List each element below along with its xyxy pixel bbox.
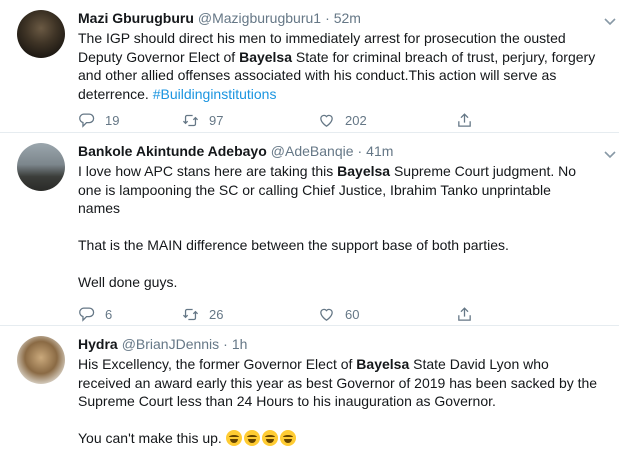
separator-dot: · [325,10,330,26]
laughing-tears-emoji [243,430,260,446]
tweet-feed: Mazi Gburugburu @Mazigburugburu1 · 52m T… [0,0,619,455]
laughing-tears-emoji [261,430,278,446]
user-handle[interactable]: @BrianJDennis [122,335,219,353]
like-button[interactable]: 202 [318,112,456,129]
reply-button[interactable]: 6 [78,306,182,323]
tweet-text: His Excellency, the former Governor Elec… [78,355,605,448]
reply-button[interactable]: 19 [78,112,182,129]
share-icon [458,113,471,127]
retweet-count: 97 [209,113,224,128]
timestamp[interactable]: 52m [334,9,361,27]
tweet-actions: 19 97 202 [78,112,473,129]
avatar[interactable] [17,143,65,191]
avatar[interactable] [17,336,65,384]
highlighted-term: Bayelsa [356,356,410,372]
retweet-button[interactable]: 97 [182,112,318,129]
like-button[interactable]: 60 [318,306,456,323]
retweet-count: 26 [209,307,224,322]
tweet[interactable]: Bankole Akintunde Adebayo @AdeBanqie · 4… [0,133,619,326]
text-segment: I love how APC stans here are taking thi… [78,163,338,179]
like-count: 202 [345,113,367,128]
retweet-icon [182,114,199,127]
tweet[interactable]: Mazi Gburugburu @Mazigburugburu1 · 52m T… [0,0,619,133]
share-button[interactable] [456,112,473,129]
reply-count: 6 [105,307,113,322]
tweet-header: Bankole Akintunde Adebayo @AdeBanqie · 4… [78,142,605,160]
user-name[interactable]: Hydra [78,335,118,353]
laughing-tears-emoji [225,430,242,446]
heart-icon [320,308,333,321]
reply-icon [79,113,95,128]
avatar[interactable] [17,10,65,58]
tweet-header: Mazi Gburugburu @Mazigburugburu1 · 52m [78,9,605,27]
timestamp[interactable]: 1h [232,335,248,353]
retweet-icon [182,308,199,321]
user-name[interactable]: Bankole Akintunde Adebayo [78,142,267,160]
share-icon [458,307,471,321]
separator-dot: · [357,143,363,159]
hashtag-link[interactable]: #Buildinginstitutions [153,86,277,102]
separator-dot: · [223,336,228,352]
timestamp[interactable]: 41m [366,142,393,160]
highlighted-term: Bayelsa [337,163,391,179]
retweet-button[interactable]: 26 [182,306,318,323]
reply-icon [79,307,95,322]
share-button[interactable] [456,306,473,323]
text-segment: Supreme Court judgment. No one is lampoo… [78,163,577,290]
chevron-down-icon[interactable] [603,147,617,161]
user-name[interactable]: Mazi Gburugburu [78,9,194,27]
heart-icon [320,114,333,127]
chevron-down-icon[interactable] [603,14,617,28]
tweet-actions: 6 26 60 [78,306,473,323]
tweet-text: The IGP should direct his men to immedia… [78,29,605,103]
highlighted-term: Bayelsa [239,48,293,65]
like-count: 60 [345,307,360,322]
laughing-tears-emoji [279,430,296,446]
user-handle[interactable]: @Mazigburugburu1 [198,9,321,27]
user-handle[interactable]: @AdeBanqie [271,142,354,160]
tweet-text: I love how APC stans here are taking thi… [78,162,605,292]
reply-count: 19 [105,113,120,128]
text-segment: His Excellency, the former Governor Elec… [78,356,357,372]
tweet[interactable]: Hydra @BrianJDennis · 1h His Excellency,… [0,326,619,455]
tweet-header: Hydra @BrianJDennis · 1h [78,335,605,353]
